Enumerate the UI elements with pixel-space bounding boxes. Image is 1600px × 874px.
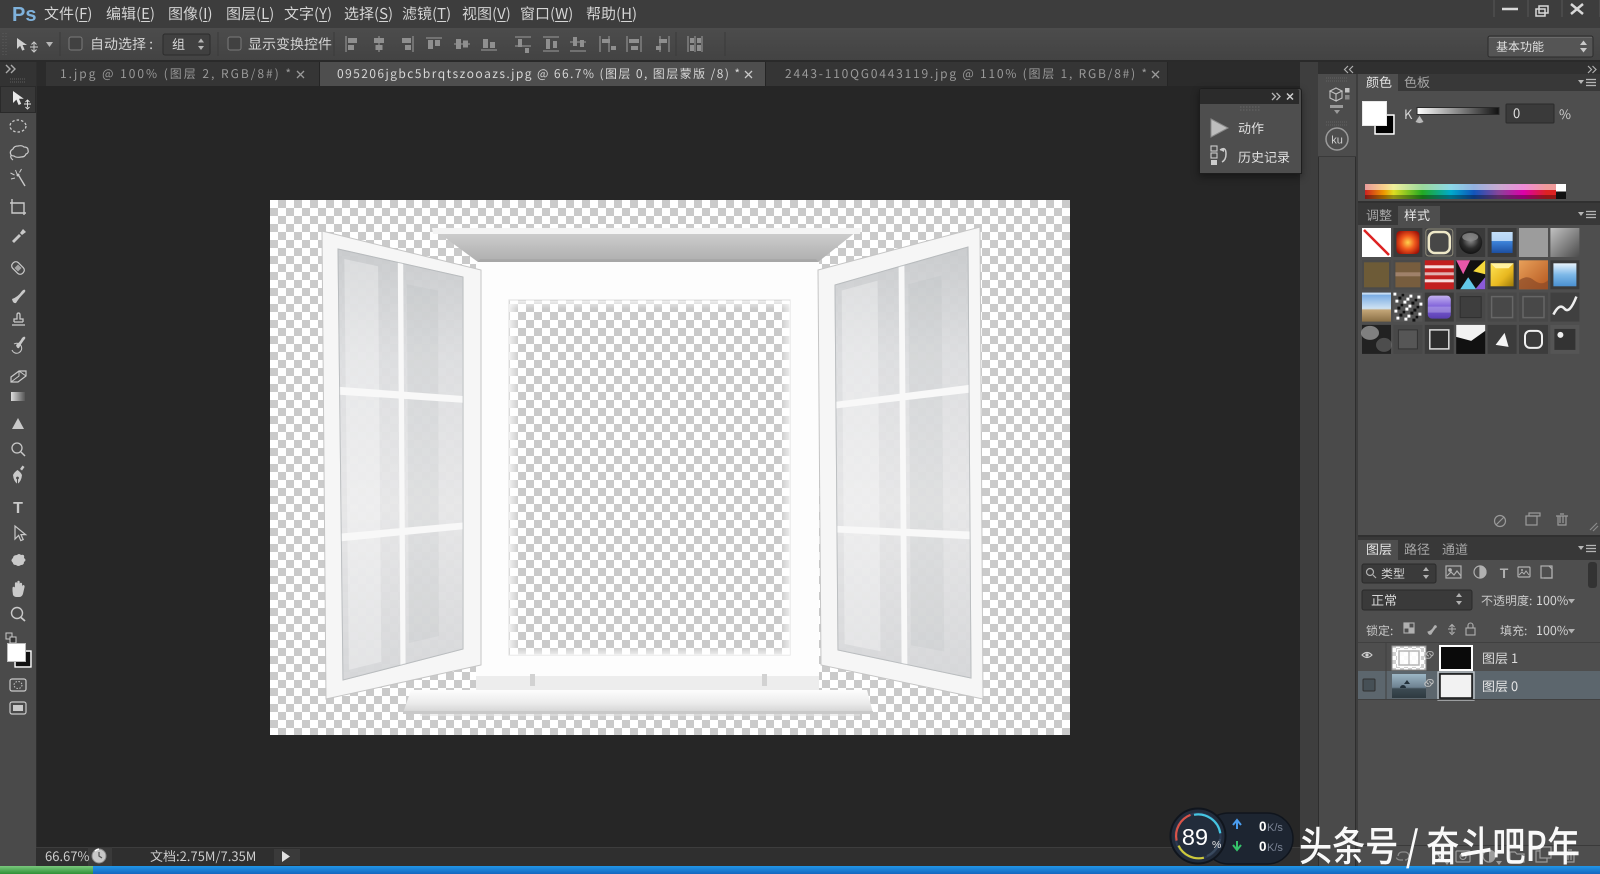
svg-text:T: T [13, 500, 23, 517]
svg-text:ku: ku [1331, 135, 1343, 147]
svg-text:0: 0 [1259, 819, 1267, 834]
svg-text:Ps: Ps [12, 4, 36, 26]
svg-text:%: % [1212, 839, 1221, 851]
svg-text:89: 89 [1182, 824, 1208, 850]
svg-text:T: T [1500, 565, 1509, 581]
svg-text:K/s: K/s [1267, 842, 1283, 854]
svg-text:0: 0 [1259, 839, 1267, 854]
svg-text:K/s: K/s [1267, 822, 1283, 834]
